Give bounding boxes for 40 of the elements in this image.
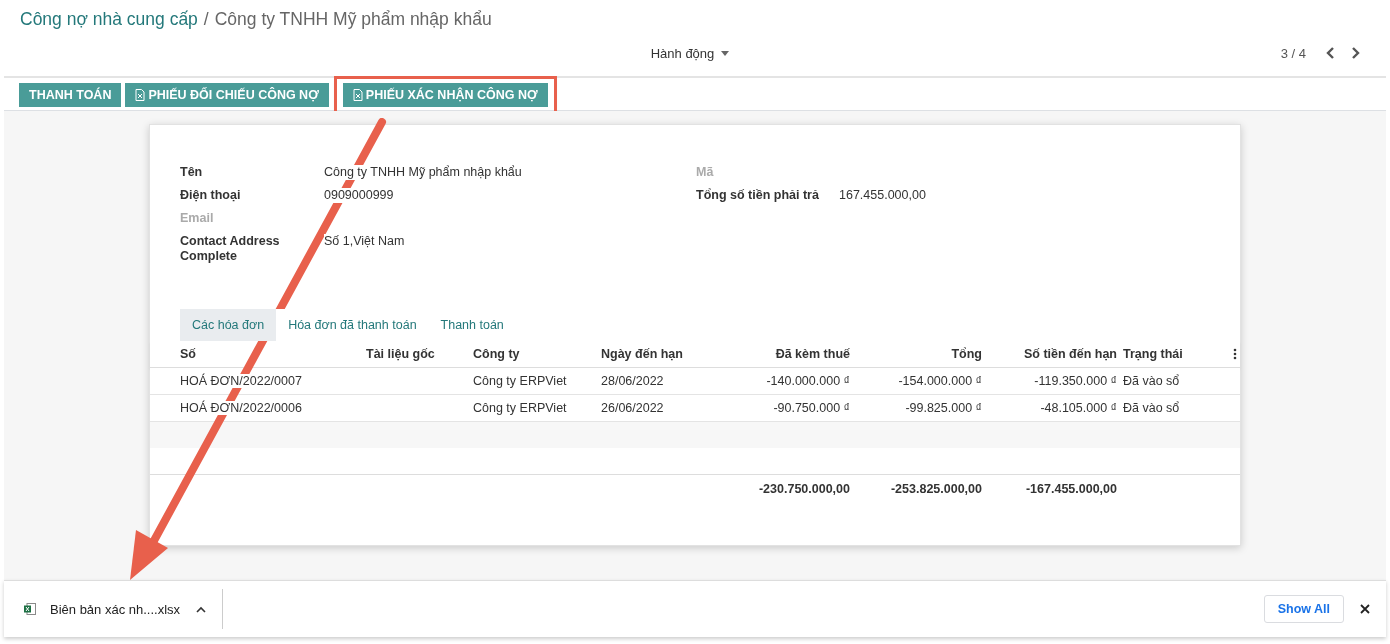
caret-icon (721, 50, 730, 56)
show-all-button[interactable]: Show All (1263, 595, 1344, 623)
field-label: Tổng số tiền phải trả (696, 188, 820, 203)
field-label: Contact Address Complete (180, 234, 281, 264)
column-header[interactable]: Ngày đến hạn (601, 347, 721, 361)
breadcrumb-current: Công ty TNHH Mỹ phẩm nhập khẩu (214, 8, 492, 30)
field-label: Tên (180, 165, 204, 180)
field-value: 0909000999 (324, 188, 394, 203)
more-options-icon[interactable] (1233, 348, 1237, 360)
column-header[interactable]: Số tiền đến hạn (988, 347, 1123, 361)
download-filename[interactable]: Biên bản xác nh....xlsx (50, 601, 181, 617)
field-value: 167.455.000,00 (839, 188, 926, 203)
column-header[interactable]: Trạng thái (1123, 347, 1229, 361)
spreadsheet-file-icon (135, 89, 146, 101)
breadcrumb-link[interactable]: Công nợ nhà cung cấp (20, 8, 198, 30)
close-icon[interactable] (1360, 604, 1370, 614)
spreadsheet-file-icon (352, 89, 363, 101)
previous-icon[interactable] (1326, 47, 1336, 59)
pager-counter: 3 / 4 (1280, 45, 1306, 61)
column-total: -167.455.000,00 (1024, 482, 1118, 496)
field-label: Điện thoại (180, 188, 242, 203)
column-header[interactable]: Công ty (473, 347, 601, 361)
table-row[interactable]: HOÁ ĐƠN/2022/0007 Công ty ERPViet 28/06/2022 -140.000.000 ₫ -154.000.000 ₫ -119.350.000 ₫ Đã vào sổ (150, 368, 1240, 395)
spreadsheet-file-icon (24, 603, 36, 615)
next-icon[interactable] (1350, 47, 1360, 59)
breadcrumb-separator: / (203, 8, 209, 30)
column-total: -253.825.000,00 (889, 482, 983, 496)
field-value: Số 1,Việt Nam (324, 234, 405, 249)
column-header[interactable]: Tài liệu gốc (366, 347, 473, 361)
field-label: Email (180, 211, 215, 226)
actions-dropdown[interactable]: Hành động (646, 41, 734, 65)
column-header[interactable]: Đã kèm thuế (721, 347, 856, 361)
column-header[interactable]: Tổng (856, 347, 988, 361)
field-value: Công ty TNHH Mỹ phẩm nhập khẩu (324, 165, 522, 180)
chevron-up-icon[interactable] (196, 605, 207, 613)
field-label: Mã (696, 165, 715, 180)
column-total: -230.750.000,00 (757, 482, 851, 496)
table-row[interactable]: HOÁ ĐƠN/2022/0006 Công ty ERPViet 26/06/2022 -90.750.000 ₫ -99.825.000 ₫ -48.105.000 ₫ Đã vào sổ (150, 395, 1240, 422)
tab[interactable]: Các hóa đơn (180, 309, 277, 341)
column-header[interactable]: Số (180, 347, 366, 361)
